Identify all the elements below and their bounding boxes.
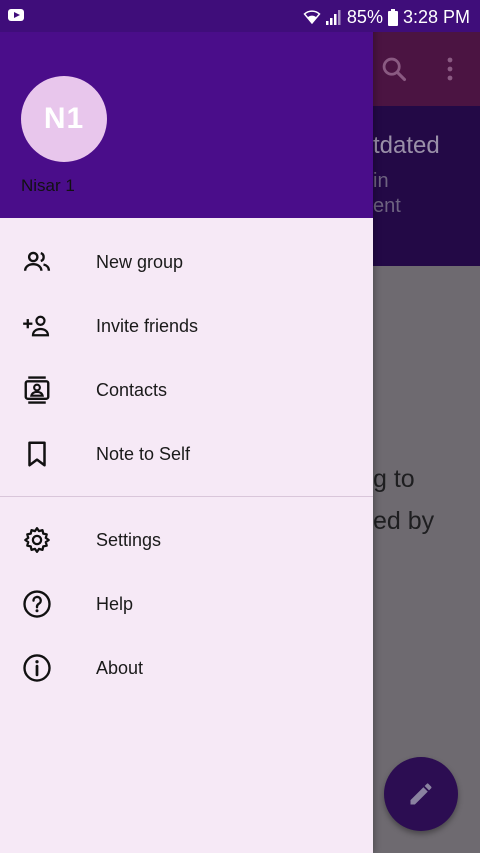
empty-state-text-line-1: g to xyxy=(373,465,415,493)
info-icon xyxy=(22,653,52,683)
menu-item-about[interactable]: About xyxy=(0,636,373,700)
pencil-icon xyxy=(410,783,432,805)
menu-divider xyxy=(0,496,373,497)
search-icon[interactable] xyxy=(380,55,408,88)
battery-icon xyxy=(387,8,398,26)
menu-label-new-group: New group xyxy=(96,251,184,272)
menu-item-new-group[interactable]: New group xyxy=(0,230,373,294)
menu-item-contacts[interactable]: Contacts xyxy=(0,358,373,422)
menu-label-settings: Settings xyxy=(96,529,162,550)
wifi-icon xyxy=(303,10,321,25)
battery-percent: 85% xyxy=(346,6,383,27)
gear-icon xyxy=(22,525,52,555)
status-bar: 85% 3:28 PM xyxy=(0,0,480,32)
menu-item-settings[interactable]: Settings xyxy=(0,508,373,572)
avatar[interactable]: N1 xyxy=(21,76,107,162)
profile-name[interactable]: Nisar 1 xyxy=(21,176,75,196)
clock: 3:28 PM xyxy=(402,6,470,27)
status-icons: 85% 3:28 PM xyxy=(303,6,470,28)
help-icon xyxy=(22,589,52,619)
compose-button[interactable] xyxy=(384,757,458,831)
banner-text-line-1: in xyxy=(373,170,389,192)
youtube-notification-icon xyxy=(8,9,24,21)
contacts-icon xyxy=(22,375,52,405)
menu-label-contacts: Contacts xyxy=(96,379,168,400)
add-person-icon xyxy=(22,311,52,341)
menu-label-help: Help xyxy=(96,593,134,614)
navigation-drawer: N1 Nisar 1 New group Invite friends Cont… xyxy=(0,0,373,853)
empty-state-text-line-2: ed by xyxy=(373,507,435,535)
bookmark-icon xyxy=(22,439,52,469)
drawer-header: N1 Nisar 1 xyxy=(0,0,373,218)
overflow-menu-icon[interactable] xyxy=(446,57,454,86)
banner-text-line-2: ent xyxy=(373,195,401,217)
signal-icon xyxy=(325,10,341,25)
menu-item-help[interactable]: Help xyxy=(0,572,373,636)
menu-item-invite-friends[interactable]: Invite friends xyxy=(0,294,373,358)
menu-label-note-to-self: Note to Self xyxy=(96,443,191,464)
banner-title: tdated xyxy=(373,132,440,159)
menu-item-note-to-self[interactable]: Note to Self xyxy=(0,422,373,486)
menu-label-about: About xyxy=(96,657,144,678)
menu-label-invite-friends: Invite friends xyxy=(96,315,199,336)
group-icon xyxy=(22,247,52,277)
avatar-initials: N1 xyxy=(43,102,85,135)
